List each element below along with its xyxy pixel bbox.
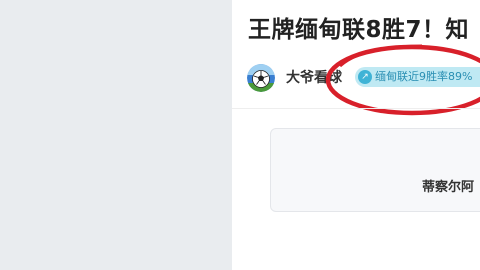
article-title: 王牌缅甸联8胜7！知 xyxy=(248,17,470,43)
soccer-ball-avatar-icon xyxy=(247,64,275,92)
match-card[interactable]: 蒂察尔阿 xyxy=(270,128,480,212)
arrow-up-icon: ↗ xyxy=(358,70,372,84)
highlight-tag[interactable]: ↗ 缅甸联近9胜率89% xyxy=(355,67,480,87)
header-divider xyxy=(232,108,480,109)
author-avatar[interactable] xyxy=(247,64,275,92)
highlight-tag-label: 缅甸联近9胜率89% xyxy=(375,70,473,83)
author-name[interactable]: 大爷看球 xyxy=(286,67,342,87)
match-team-name: 蒂察尔阿 xyxy=(422,180,475,195)
page-background-left xyxy=(0,0,232,270)
